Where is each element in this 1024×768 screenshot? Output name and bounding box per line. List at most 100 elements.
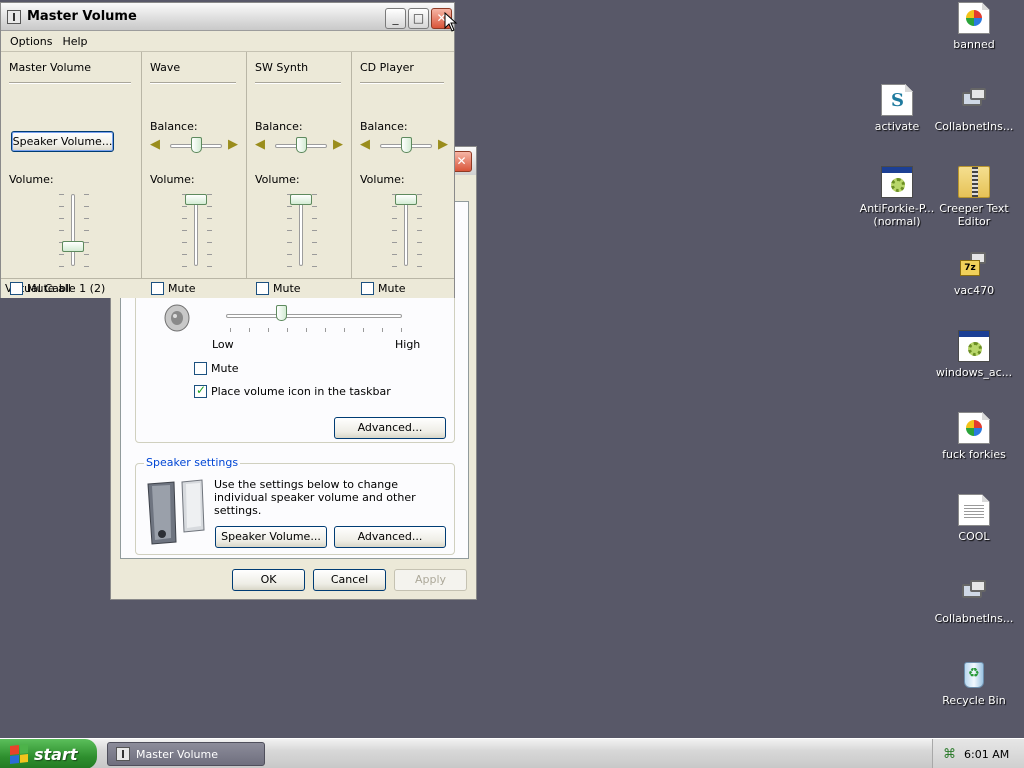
speaker-icon (162, 304, 192, 332)
mouse-cursor-icon (444, 11, 458, 32)
divider (360, 82, 444, 84)
image-icon (958, 412, 990, 444)
desktop-icon-activate[interactable]: S activate (855, 84, 939, 133)
desktop-icon-label: CollabnetIns... (934, 612, 1014, 625)
slider-thumb[interactable] (290, 194, 312, 205)
checkbox-box[interactable] (10, 282, 23, 295)
slider-thumb[interactable] (62, 241, 84, 252)
slider-ticks (84, 194, 89, 268)
balance-slider[interactable] (170, 137, 222, 154)
desktop-icon-antiforkie[interactable]: AntiForkie-P... (normal) (855, 166, 939, 228)
desktop-icon-label: AntiForkie-P... (normal) (859, 202, 935, 228)
slider-track (226, 314, 402, 318)
desktop-icon-collabnet-2[interactable]: CollabnetIns... (932, 576, 1016, 625)
slider-thumb[interactable] (296, 137, 307, 153)
menu-options[interactable]: Options (5, 35, 57, 48)
divider (255, 82, 341, 84)
balance-slider[interactable] (380, 137, 432, 154)
balance-label: Balance: (255, 120, 303, 133)
apply-button[interactable]: Apply (394, 569, 467, 591)
master-speaker-volume-button[interactable]: Speaker Volume... (11, 131, 114, 152)
mute-all-label: Mute all (27, 282, 71, 295)
cancel-button[interactable]: Cancel (313, 569, 386, 591)
taskbar-icon-label: Place volume icon in the taskbar (211, 385, 391, 398)
desktop-icon-creeper[interactable]: Creeper Text Editor (932, 166, 1016, 228)
speaker-volume-button[interactable]: Speaker Volume... (215, 526, 327, 548)
master-volume-label: Volume: (9, 173, 54, 186)
device-advanced-button[interactable]: Advanced... (334, 417, 446, 439)
desktop-icon-recycle-bin[interactable]: Recycle Bin (932, 658, 1016, 707)
slider-ticks (230, 328, 404, 332)
volume-label: Volume: (255, 173, 300, 186)
checkbox-box[interactable] (151, 282, 164, 295)
master-volume-titlebar[interactable]: Master Volume _ □ ✕ (1, 3, 454, 31)
channel-name: Wave (150, 61, 181, 74)
device-mute-checkbox[interactable]: Mute (194, 362, 239, 375)
mute-checkbox[interactable]: Mute (256, 282, 301, 295)
channel-wave: Wave Balance: ◀ ▶ Volume: Mute (142, 52, 247, 295)
slider-thumb[interactable] (395, 194, 417, 205)
device-volume-group: Low High Mute Place volume icon in the t… (135, 287, 455, 443)
menu-help[interactable]: Help (57, 35, 92, 48)
speaker-right-icon: ▶ (333, 137, 343, 152)
channel-sw-synth: SW Synth Balance: ◀ ▶ Volume: Mute (247, 52, 352, 295)
desktop-icon-collabnet-1[interactable]: CollabnetIns... (932, 84, 1016, 133)
speaker-advanced-button[interactable]: Advanced... (334, 526, 446, 548)
device-volume-slider[interactable] (226, 305, 404, 332)
desktop-icon-cool[interactable]: COOL (932, 494, 1016, 543)
minimize-icon[interactable]: _ (385, 8, 406, 29)
slider-ticks (182, 194, 187, 268)
desktop-icon-windows-ac[interactable]: windows_ac... (932, 330, 1016, 379)
volume-slider[interactable] (182, 194, 212, 268)
slider-ticks (59, 194, 64, 268)
desktop-icon-banned[interactable]: banned (932, 2, 1016, 51)
image-icon (958, 2, 990, 34)
mute-all-checkbox[interactable]: Mute all (10, 282, 71, 295)
network-icon[interactable]: ⌘ (943, 747, 956, 762)
desktop-icon-fuck-forkies[interactable]: fuck forkies (932, 412, 1016, 461)
taskbar-item-label: Master Volume (136, 747, 218, 761)
balance-slider[interactable] (275, 137, 327, 154)
slider-thumb[interactable] (191, 137, 202, 153)
system-tray: ⌘ 6:01 AM (932, 739, 1024, 768)
taskbar-icon-checkbox[interactable]: Place volume icon in the taskbar (194, 383, 391, 398)
zip-folder-icon (958, 166, 990, 198)
slider-thumb[interactable] (401, 137, 412, 153)
mute-checkbox[interactable]: Mute (361, 282, 406, 295)
volume-slider[interactable] (392, 194, 422, 268)
app-window-icon (881, 166, 913, 198)
slider-ticks (417, 194, 422, 268)
slider-thumb[interactable] (276, 305, 287, 321)
text-document-icon (958, 494, 990, 526)
ok-button[interactable]: OK (232, 569, 305, 591)
master-volume-window: Master Volume _ □ ✕ Options Help Master … (0, 2, 455, 298)
speaker-right-icon: ▶ (438, 137, 448, 152)
start-button[interactable]: start (0, 739, 97, 768)
desktop-icon-label: COOL (958, 530, 990, 543)
taskbar-item-master-volume[interactable]: Master Volume (107, 742, 265, 766)
speaker-right-icon: ▶ (228, 137, 238, 152)
volume-app-icon (116, 747, 130, 761)
mute-checkbox[interactable]: Mute (151, 282, 196, 295)
clock: 6:01 AM (964, 747, 1010, 761)
slider-thumb[interactable] (185, 194, 207, 205)
checkbox-box[interactable] (194, 362, 207, 375)
maximize-icon[interactable]: □ (408, 8, 429, 29)
script-icon: S (881, 84, 913, 116)
start-label: start (34, 744, 78, 764)
speaker-settings-group: Speaker settings Use the settings below … (135, 456, 455, 555)
speaker-left-icon: ◀ (360, 137, 370, 152)
checkbox-box[interactable] (256, 282, 269, 295)
checkbox-box[interactable] (361, 282, 374, 295)
recycle-bin-icon (958, 658, 990, 690)
installer-icon (958, 576, 990, 608)
checkbox-box-checked[interactable] (194, 383, 207, 398)
mute-label: Mute (378, 282, 406, 295)
app-window-icon (958, 330, 990, 362)
desktop-icon-label: activate (874, 120, 920, 133)
desktop-icon-vac470[interactable]: 7z vac470 (932, 248, 1016, 297)
volume-slider[interactable] (287, 194, 317, 268)
balance-label: Balance: (360, 120, 408, 133)
master-volume-column: Master Volume Speaker Volume... Volume: … (1, 52, 142, 295)
master-volume-slider[interactable] (59, 194, 89, 268)
